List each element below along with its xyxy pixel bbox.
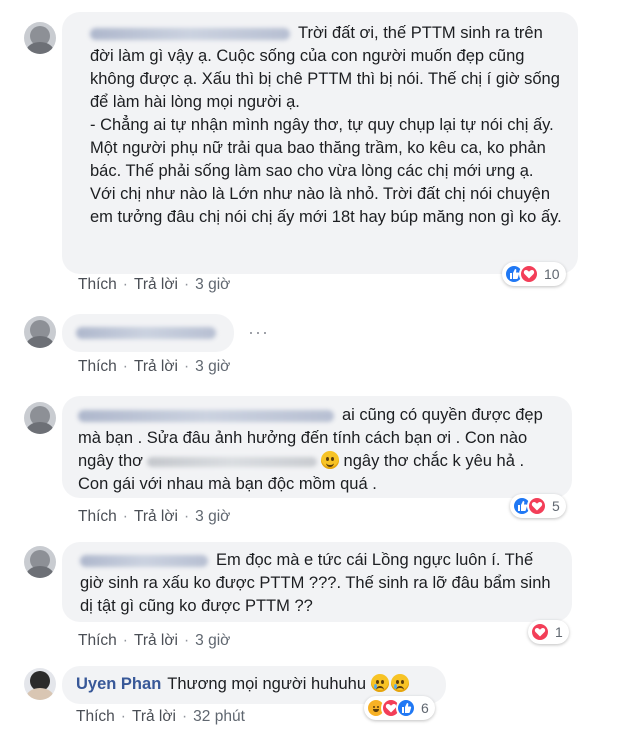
reaction-count: 10	[544, 266, 560, 282]
timestamp[interactable]: 3 giờ	[195, 276, 230, 293]
comment-text-2: - Chẳng ai tự nhận mình ngây thơ, tự quy…	[90, 116, 554, 180]
love-reaction-icon	[530, 622, 550, 642]
reply-button[interactable]: Trả lời	[134, 276, 178, 293]
comment-actions: Thích · Trả lời · 32 phút	[76, 708, 245, 725]
love-reaction-icon	[519, 264, 539, 284]
comment-bubble: Trời đất ơi, thế PTTM sinh ra trên đời l…	[62, 12, 578, 274]
like-reaction-icon	[396, 698, 416, 718]
blurred-text	[146, 456, 317, 467]
blurred-author-name	[90, 27, 290, 40]
comment-bubble	[62, 314, 234, 352]
reactions-summary[interactable]: 1	[528, 620, 569, 644]
reaction-count: 5	[552, 498, 560, 514]
avatar[interactable]	[24, 668, 56, 700]
comment-actions: Thích · Trả lời · 3 giờ	[78, 276, 231, 293]
comment-actions: Thích · Trả lời · 3 giờ	[78, 508, 231, 525]
comment-bubble: Em đọc mà e tức cái Lồng ngực luôn í. Th…	[62, 542, 572, 622]
reply-button[interactable]: Trả lời	[132, 708, 176, 725]
comment-text: Thương mọi người huhuhu	[167, 675, 367, 693]
avatar[interactable]	[24, 316, 56, 348]
avatar[interactable]	[24, 546, 56, 578]
more-options-icon[interactable]: ···	[248, 322, 269, 343]
smile-emoji-icon	[320, 451, 339, 469]
reaction-count: 1	[555, 624, 563, 640]
blurred-author-name	[80, 554, 208, 567]
like-button[interactable]: Thích	[78, 276, 117, 293]
blurred-author-name	[76, 327, 216, 339]
timestamp[interactable]: 3 giờ	[195, 632, 230, 649]
comment-actions: Thích · Trả lời · 3 giờ	[78, 358, 231, 375]
reply-button[interactable]: Trả lời	[134, 508, 178, 525]
like-button[interactable]: Thích	[78, 632, 117, 649]
reaction-count: 6	[421, 700, 429, 716]
reactions-summary[interactable]: 10	[502, 262, 566, 286]
love-reaction-icon	[527, 496, 547, 516]
crying-emoji-icon	[370, 674, 389, 692]
comment-actions: Thích · Trả lời · 3 giờ	[78, 632, 231, 649]
reply-button[interactable]: Trả lời	[134, 358, 178, 375]
blurred-author-name	[78, 409, 334, 422]
avatar[interactable]	[24, 22, 56, 54]
timestamp[interactable]: 3 giờ	[195, 358, 230, 375]
avatar[interactable]	[24, 402, 56, 434]
timestamp[interactable]: 3 giờ	[195, 508, 230, 525]
like-button[interactable]: Thích	[78, 508, 117, 525]
crying-emoji-icon	[390, 674, 409, 692]
timestamp[interactable]: 32 phút	[193, 708, 245, 725]
reactions-summary[interactable]: 6	[364, 696, 435, 720]
comment-text-3: Với chị như nào là Lớn như nào là nhỏ. T…	[90, 185, 562, 226]
like-button[interactable]: Thích	[76, 708, 115, 725]
like-button[interactable]: Thích	[78, 358, 117, 375]
author-name[interactable]: Uyen Phan	[76, 675, 161, 693]
reactions-summary[interactable]: 5	[510, 494, 566, 518]
reply-button[interactable]: Trả lời	[134, 632, 178, 649]
comment-bubble: ai cũng có quyền được đẹp mà bạn . Sửa đ…	[62, 396, 572, 498]
